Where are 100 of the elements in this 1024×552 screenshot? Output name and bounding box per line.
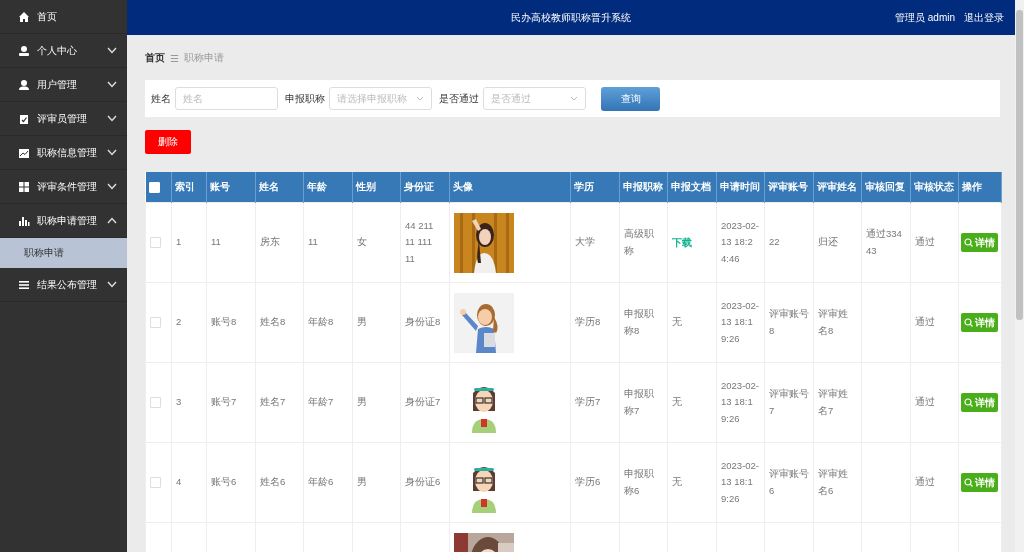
- checkbox[interactable]: [150, 477, 161, 488]
- breadcrumb-separator: ☰: [170, 52, 179, 64]
- grid-icon: [18, 180, 30, 193]
- table-cell-text: 账号8: [211, 315, 237, 330]
- table-cell-text: 账号7: [211, 395, 237, 410]
- user-icon: [18, 44, 30, 57]
- table-cell-text: 3: [176, 395, 182, 410]
- column-header: 学历: [570, 172, 620, 203]
- search-button[interactable]: 查询: [601, 86, 660, 111]
- column-header: 头像: [449, 172, 571, 203]
- scrollbar-thumb[interactable]: [1016, 10, 1023, 320]
- table-cell-text: 无: [672, 395, 682, 410]
- table-cell-text: 年龄7: [308, 395, 334, 410]
- table-cell-text: 4: [176, 475, 182, 490]
- app-title: 民办高校教师职称晋升系统: [510, 10, 632, 25]
- chevron-down-icon: [570, 96, 578, 101]
- table-cell-text: 通过: [915, 475, 935, 490]
- line-chart-icon: [18, 146, 30, 159]
- home-icon: [18, 10, 30, 23]
- table-cell-text: 年龄8: [308, 315, 334, 330]
- column-header: 审核状态: [910, 172, 959, 203]
- clipboard-icon: [18, 112, 30, 125]
- sidebar-item[interactable]: 个人中心: [0, 34, 127, 68]
- table-cell-text: 无: [672, 475, 682, 490]
- column-header: 账号: [206, 172, 256, 203]
- table-cell-text: 2023-02-13 18:19:26: [721, 378, 760, 426]
- checkbox[interactable]: [150, 317, 161, 328]
- column-header: 审核回复: [861, 172, 911, 203]
- table-cell-text: 2023-02-13 18:24:46: [721, 218, 760, 266]
- field-label: 是否通过: [439, 91, 479, 106]
- table-cell-text: 学历8: [575, 315, 601, 330]
- table-cell-text: 女: [357, 235, 367, 250]
- sidebar-item[interactable]: 职称信息管理: [0, 136, 127, 170]
- search-icon: [964, 398, 973, 407]
- table-cell-text: 2023-02-13 18:19:26: [721, 298, 760, 346]
- checkbox[interactable]: [150, 237, 161, 248]
- input-field[interactable]: 姓名: [175, 87, 278, 110]
- table-cell-text: 11: [308, 235, 318, 250]
- table-cell-text: 大学: [575, 235, 595, 250]
- table-cell-text: 申报职称7: [624, 386, 655, 418]
- column-header: 评审姓名: [813, 172, 862, 203]
- table-cell-text: 姓名7: [260, 395, 286, 410]
- table-cell-text: 男: [357, 315, 367, 330]
- table-cell-text: 2023-02-13 18:19:26: [721, 458, 760, 506]
- table-cell-text: 姓名6: [260, 475, 286, 490]
- table-cell-text: 22: [769, 235, 780, 250]
- field-label: 申报职称: [285, 91, 325, 106]
- table-cell-text: 44 211 11 111 11: [405, 218, 434, 266]
- table-cell-text: 房东: [260, 235, 280, 250]
- sidebar-item[interactable]: 评审条件管理: [0, 170, 127, 204]
- table-cell-text: 归还: [818, 235, 838, 250]
- table-cell-text: 身份证8: [405, 315, 441, 330]
- user-label: 管理员 admin: [895, 10, 955, 25]
- table-cell-text: 通过33443: [866, 226, 903, 258]
- delete-button[interactable]: 删除: [145, 130, 191, 154]
- scrollbar[interactable]: [1015, 0, 1024, 552]
- column-header: 年龄: [303, 172, 353, 203]
- table-cell-text: 评审姓名7: [818, 386, 849, 418]
- column-header: 评审账号: [764, 172, 814, 203]
- sidebar-item[interactable]: 用户管理: [0, 68, 127, 102]
- table-cell-text: 申报职称6: [624, 466, 655, 498]
- table-cell-text: 评审账号7: [769, 386, 809, 418]
- table-cell-text: 评审姓名8: [818, 306, 849, 338]
- field-label: 姓名: [151, 91, 171, 106]
- table-cell-text: 1: [176, 235, 182, 250]
- table-cell-text: 评审姓名6: [818, 466, 849, 498]
- table-cell-text: 账号6: [211, 475, 237, 490]
- logout-link[interactable]: 退出登录: [964, 10, 1004, 25]
- column-header: 申报职称: [619, 172, 668, 203]
- column-header: 操作: [958, 172, 1002, 203]
- table-cell-text: 学历6: [575, 475, 601, 490]
- table-cell-text: 无: [672, 315, 682, 330]
- checkbox[interactable]: [150, 397, 161, 408]
- table-cell-text: 男: [357, 395, 367, 410]
- search-icon: [964, 478, 973, 487]
- table-cell-text: 身份证7: [405, 395, 441, 410]
- breadcrumb-link[interactable]: 首页: [145, 51, 165, 65]
- table-cell-text: 身份证6: [405, 475, 441, 490]
- table-cell-text: 评审账号8: [769, 306, 809, 338]
- column-header: 身份证: [400, 172, 450, 203]
- table-cell-text: 男: [357, 475, 367, 490]
- breadcrumb-current: 职称申请: [183, 51, 224, 65]
- table-cell-text: 评审账号6: [769, 466, 809, 498]
- user-icon: [18, 78, 30, 91]
- sidebar-item[interactable]: 评审员管理: [0, 102, 127, 136]
- column-header: 性别: [352, 172, 401, 203]
- table-cell-text: 申报职称8: [624, 306, 655, 338]
- chevron-down-icon: [416, 96, 424, 101]
- table-cell-text: 高级职称: [624, 226, 655, 258]
- column-header: 申报文档: [667, 172, 717, 203]
- bar-chart-icon: [18, 214, 30, 227]
- list-icon: [18, 278, 30, 291]
- column-header: 索引: [171, 172, 207, 203]
- table-cell-text: 通过: [915, 235, 935, 250]
- sidebar-item[interactable]: 结果公布管理: [0, 268, 127, 302]
- table-cell-text: 通过: [915, 395, 935, 410]
- column-header: 姓名: [255, 172, 304, 203]
- search-icon: [964, 318, 973, 327]
- column-header: 申请时间: [716, 172, 765, 203]
- submenu-item[interactable]: 职称申请: [0, 238, 127, 268]
